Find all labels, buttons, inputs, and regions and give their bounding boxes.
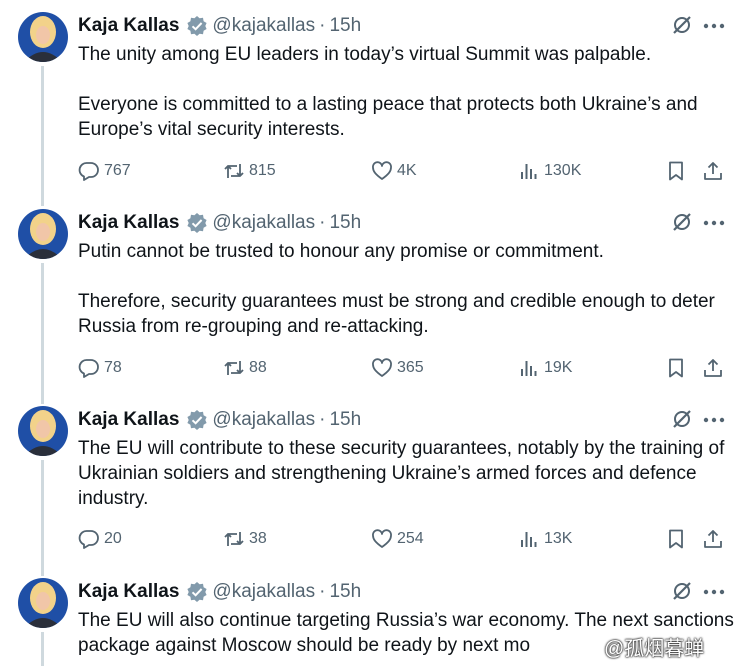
reply-icon <box>78 359 99 378</box>
author-handle[interactable]: @kajakallas <box>212 15 315 37</box>
avatar[interactable] <box>18 578 68 628</box>
bookmark-icon[interactable] <box>665 528 687 555</box>
grok-icon[interactable] <box>671 408 693 430</box>
timestamp[interactable]: 15h <box>329 409 361 431</box>
views-button[interactable]: 130K <box>518 157 581 185</box>
views-count: 13K <box>544 530 573 547</box>
retweet-button[interactable]: 88 <box>223 354 267 382</box>
share-icon[interactable] <box>702 357 724 384</box>
avatar[interactable] <box>18 209 68 259</box>
bookmark-icon[interactable] <box>665 357 687 384</box>
author-name[interactable]: Kaja Kallas <box>78 212 179 234</box>
action-bar: 767 815 4K 130K <box>78 157 738 185</box>
like-icon <box>372 529 392 548</box>
verified-badge-icon <box>186 15 208 37</box>
tweet-text: Putin cannot be trusted to honour any pr… <box>78 239 738 339</box>
tweet-paragraph: Everyone is committed to a lasting peace… <box>78 94 698 140</box>
grok-icon[interactable] <box>671 14 693 36</box>
author-name[interactable]: Kaja Kallas <box>78 15 179 37</box>
tweet-paragraph: The unity among EU leaders in today’s vi… <box>78 44 652 65</box>
author-handle[interactable]: @kajakallas <box>212 212 315 234</box>
author-handle[interactable]: @kajakallas <box>212 409 315 431</box>
tweet-paragraph: Putin cannot be trusted to honour any pr… <box>78 241 604 262</box>
reply-button[interactable]: 767 <box>78 157 131 185</box>
timestamp[interactable]: 15h <box>329 15 361 37</box>
retweet-button[interactable]: 815 <box>223 157 276 185</box>
tweet[interactable]: Kaja Kallas @kajakallas · 15h The unity … <box>0 0 747 197</box>
like-icon <box>372 161 392 180</box>
retweet-count: 38 <box>249 530 267 547</box>
retweet-count: 88 <box>249 359 267 376</box>
grok-icon[interactable] <box>671 580 693 602</box>
watermark: @孤烟暮蝉 <box>604 637 705 660</box>
retweet-icon <box>224 361 244 375</box>
author-name[interactable]: Kaja Kallas <box>78 581 179 603</box>
action-bar: 20 38 254 13K <box>78 525 738 553</box>
timestamp[interactable]: 15h <box>329 212 361 234</box>
separator: · <box>319 212 326 233</box>
like-count: 365 <box>397 359 424 376</box>
like-button[interactable]: 254 <box>371 525 424 553</box>
tweet-header: Kaja Kallas @kajakallas · 15h <box>78 14 361 38</box>
author-handle[interactable]: @kajakallas <box>212 581 315 603</box>
views-count: 19K <box>544 359 573 376</box>
views-icon <box>521 532 537 547</box>
separator: · <box>319 15 326 36</box>
retweet-button[interactable]: 38 <box>223 525 267 553</box>
share-icon[interactable] <box>702 528 724 555</box>
tweet-header: Kaja Kallas @kajakallas · 15h <box>78 211 361 235</box>
views-icon <box>521 164 537 179</box>
more-icon[interactable] <box>700 580 728 604</box>
retweet-count: 815 <box>249 162 276 179</box>
bookmark-icon[interactable] <box>665 160 687 187</box>
more-icon[interactable] <box>700 14 728 38</box>
grok-icon[interactable] <box>671 211 693 233</box>
like-button[interactable]: 365 <box>371 354 424 382</box>
views-icon <box>521 361 537 376</box>
verified-badge-icon <box>186 409 208 431</box>
tweet-header: Kaja Kallas @kajakallas · 15h <box>78 580 361 604</box>
separator: · <box>319 581 326 602</box>
tweet-text: The unity among EU leaders in today’s vi… <box>78 42 738 142</box>
tweet-text: The EU will contribute to these security… <box>78 436 738 511</box>
avatar[interactable] <box>18 406 68 456</box>
tweet[interactable]: Kaja Kallas @kajakallas · 15h Putin cann… <box>0 197 747 394</box>
reply-count: 20 <box>104 530 122 547</box>
tweet-paragraph: Therefore, security guarantees must be s… <box>78 291 715 337</box>
like-icon <box>372 358 392 377</box>
action-bar: 78 88 365 19K <box>78 354 738 382</box>
tweet[interactable]: Kaja Kallas @kajakallas · 15h The EU wil… <box>0 394 747 566</box>
like-count: 254 <box>397 530 424 547</box>
retweet-icon <box>224 532 244 546</box>
reply-icon <box>78 162 99 181</box>
more-icon[interactable] <box>700 408 728 432</box>
timestamp[interactable]: 15h <box>329 581 361 603</box>
views-count: 130K <box>544 162 582 179</box>
reply-icon <box>78 530 99 549</box>
like-button[interactable]: 4K <box>371 157 417 185</box>
tweet-header: Kaja Kallas @kajakallas · 15h <box>78 408 361 432</box>
avatar[interactable] <box>18 12 68 62</box>
thread: Kaja Kallas @kajakallas · 15h The unity … <box>0 0 747 666</box>
separator: · <box>319 409 326 430</box>
retweet-icon <box>224 164 244 178</box>
views-button[interactable]: 19K <box>518 354 572 382</box>
reply-button[interactable]: 78 <box>78 354 122 382</box>
like-count: 4K <box>397 162 417 179</box>
author-name[interactable]: Kaja Kallas <box>78 409 179 431</box>
reply-count: 78 <box>104 359 122 376</box>
reply-count: 767 <box>104 162 131 179</box>
views-button[interactable]: 13K <box>518 525 572 553</box>
share-icon[interactable] <box>702 160 724 187</box>
verified-badge-icon <box>186 212 208 234</box>
verified-badge-icon <box>186 581 208 603</box>
more-icon[interactable] <box>700 211 728 235</box>
tweet-paragraph: The EU will contribute to these security… <box>78 438 725 509</box>
reply-button[interactable]: 20 <box>78 525 122 553</box>
